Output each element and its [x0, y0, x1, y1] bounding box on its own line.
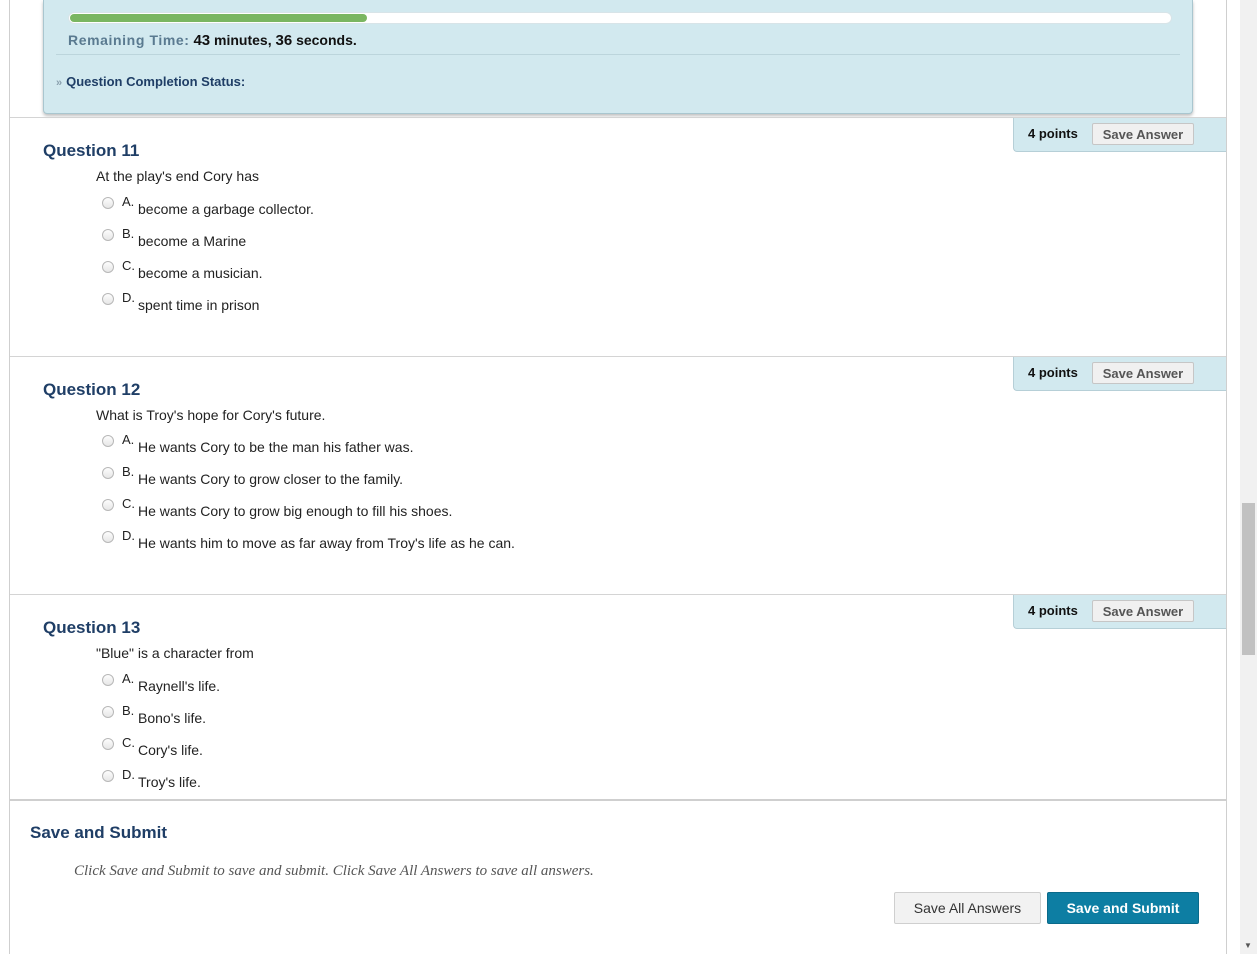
remaining-seconds: 36 — [275, 32, 293, 49]
choice-text: Cory's life. — [138, 742, 203, 758]
remaining-seconds-unit: seconds. — [296, 32, 357, 48]
question-header: 4 points Save Answer — [1013, 357, 1226, 391]
remaining-time: Remaining Time: 43 minutes, 36 seconds. — [68, 32, 357, 49]
question-header: 4 points Save Answer — [1013, 595, 1226, 629]
scroll-down-arrow-icon[interactable]: ▼ — [1244, 942, 1252, 950]
choice-letter: C. — [122, 258, 135, 273]
choice-text: become a Marine — [138, 233, 247, 249]
choice-text: He wants Cory to grow closer to the fami… — [138, 471, 404, 487]
choice-text: spent time in prison — [138, 297, 260, 313]
remaining-minutes: 43 — [193, 32, 211, 49]
choice-letter: D. — [122, 767, 135, 782]
save-and-submit-section: Save and Submit Click Save and Submit to… — [10, 799, 1226, 954]
save-all-answers-button[interactable]: Save All Answers — [894, 892, 1041, 924]
choice-text: He wants him to move as far away from Tr… — [138, 535, 515, 551]
timer-panel: Remaining Time: 43 minutes, 36 seconds. … — [43, 0, 1193, 114]
question-points: 4 points — [1028, 603, 1078, 618]
question-points: 4 points — [1028, 126, 1078, 141]
question-completion-label: Question Completion Status: — [66, 74, 246, 89]
save-answer-button[interactable]: Save Answer — [1092, 123, 1194, 145]
question-text: What is Troy's hope for Cory's future. — [96, 407, 326, 423]
question-title: Question 12 — [43, 380, 141, 399]
radio-button[interactable] — [102, 197, 114, 209]
radio-button[interactable] — [102, 293, 114, 305]
panel-divider — [56, 54, 1180, 55]
vertical-scrollbar[interactable]: ▼ — [1240, 0, 1257, 954]
question-title: Question 11 — [43, 141, 140, 160]
choice-text: Troy's life. — [138, 774, 201, 790]
save-answer-button[interactable]: Save Answer — [1092, 600, 1194, 622]
choice-letter: A. — [122, 432, 135, 447]
choice-text: Bono's life. — [138, 710, 207, 726]
double-chevron-down-icon: » — [56, 77, 63, 89]
submit-instructions: Click Save and Submit to save and submit… — [74, 863, 594, 879]
choice-letter: C. — [122, 735, 135, 750]
choice-text: become a musician. — [138, 265, 263, 281]
choice-letter: B. — [122, 703, 135, 718]
radio-button[interactable] — [102, 499, 114, 511]
question-text: "Blue" is a character from — [96, 645, 254, 661]
choice-letter: D. — [122, 528, 135, 543]
scrollbar-thumb[interactable] — [1242, 503, 1255, 655]
radio-button[interactable] — [102, 467, 114, 479]
radio-button[interactable] — [102, 261, 114, 273]
choice-letter: C. — [122, 496, 135, 511]
time-progress-fill — [70, 14, 367, 22]
question-block: 4 points Save Answer Question 11 At the … — [10, 117, 1226, 357]
remaining-time-label: Remaining Time: — [68, 32, 190, 48]
radio-button[interactable] — [102, 738, 114, 750]
question-header: 4 points Save Answer — [1013, 118, 1226, 152]
question-text: At the play's end Cory has — [96, 168, 259, 184]
time-progress-bar — [68, 12, 1172, 24]
choice-letter: B. — [122, 226, 135, 241]
remaining-minutes-unit: minutes, — [214, 32, 272, 48]
choice-letter: A. — [122, 194, 135, 209]
radio-button[interactable] — [102, 706, 114, 718]
choice-text: He wants Cory to be the man his father w… — [138, 439, 414, 455]
choice-letter: A. — [122, 671, 135, 686]
radio-button[interactable] — [102, 435, 114, 447]
radio-button[interactable] — [102, 674, 114, 686]
save-and-submit-button[interactable]: Save and Submit — [1047, 892, 1199, 924]
choice-text: become a garbage collector. — [138, 201, 314, 217]
save-answer-button[interactable]: Save Answer — [1092, 362, 1194, 384]
question-block: 4 points Save Answer Question 12 What is… — [10, 356, 1226, 595]
question-points: 4 points — [1028, 365, 1078, 380]
section-title: Save and Submit — [30, 823, 167, 842]
radio-button[interactable] — [102, 229, 114, 241]
radio-button[interactable] — [102, 770, 114, 782]
choice-text: Raynell's life. — [138, 678, 221, 694]
choice-letter: B. — [122, 464, 135, 479]
question-title: Question 13 — [43, 618, 141, 637]
radio-button[interactable] — [102, 531, 114, 543]
choice-letter: D. — [122, 290, 135, 305]
choice-text: He wants Cory to grow big enough to fill… — [138, 503, 453, 519]
question-completion-toggle[interactable]: » Question Completion Status: — [56, 74, 245, 89]
question-block: 4 points Save Answer Question 13 "Blue" … — [10, 594, 1226, 799]
